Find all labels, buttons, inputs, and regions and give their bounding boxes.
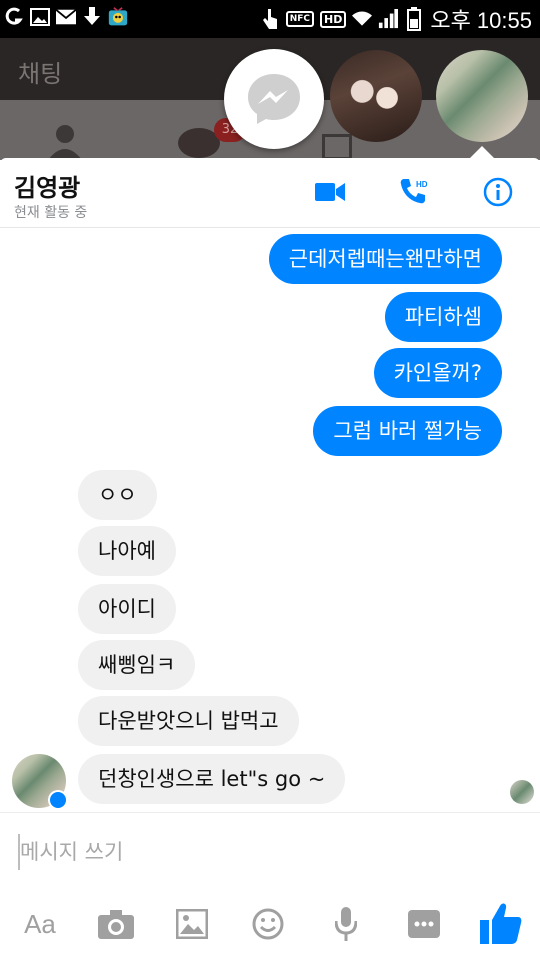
background-app-title: 채팅 [18,60,63,88]
like-button[interactable] [476,898,526,948]
video-camera-icon [315,183,345,201]
message-incoming[interactable]: 쌔삥임ㅋ [78,640,196,690]
gallery-button[interactable] [170,902,214,946]
hd-voice-call-button[interactable]: HD [396,174,432,210]
touch-icon [260,8,280,30]
composer-toolbar: Aa [0,896,540,954]
battery-icon [404,7,424,31]
grid-icon [322,134,352,160]
message-incoming[interactable]: 던창인생으로 let"s go ~ [78,754,346,804]
wifi-icon [352,8,373,30]
message-input[interactable]: 메시지 쓰기 [18,834,123,870]
message-incoming[interactable]: 아이디 [78,584,176,634]
composer-divider [0,812,540,813]
message-outgoing[interactable]: 그럼 바러 쩔가능 [313,406,502,456]
info-button[interactable] [480,174,516,210]
text-style-button[interactable]: Aa [18,902,62,946]
camera-button[interactable] [94,902,138,946]
nfc-indicator: NFC [285,11,314,27]
chathead-contact-photo[interactable] [330,50,422,142]
g-icon [4,6,24,28]
hd-voice-indicator: HD [320,10,347,28]
chat-header: 김영광 현재 활동 중 HD [0,158,540,228]
contact-name[interactable]: 김영광 [14,168,80,203]
chat-panel: 김영광 현재 활동 중 HD 근데저렙때는왠만하면 파티하셈 카인올꺼? 그럼 … [0,158,540,960]
message-outgoing[interactable]: 카인올꺼? [373,348,502,398]
video-call-button[interactable] [312,174,348,210]
message-outgoing[interactable]: 파티하셈 [384,292,502,342]
more-dots-icon [408,910,440,938]
smiley-icon [252,908,284,940]
svg-text:HD: HD [416,180,428,189]
mail-icon [56,6,76,28]
message-incoming[interactable]: ㅇㅇ [78,470,157,520]
messenger-chathead[interactable] [224,49,324,149]
message-incoming[interactable]: 나아예 [78,526,176,576]
image-icon [176,909,208,939]
read-receipt-avatar [510,780,534,804]
person-icon [48,125,82,160]
voice-message-button[interactable] [324,902,368,946]
message-outgoing[interactable]: 근데저렙때는왠만하면 [268,234,502,284]
text-style-label: Aa [24,908,56,939]
photo-icon [30,6,50,28]
camera-icon [98,910,134,939]
clock: 오후 10:55 [430,8,532,33]
message-incoming[interactable]: 다운받앗으니 밥먹고 [78,696,299,746]
active-chathead-pointer [470,146,494,158]
chathead-active-contact[interactable] [436,50,528,142]
contact-status: 현재 활동 중 [14,205,88,221]
thumbs-up-icon [480,903,522,944]
status-bar: NFC HD 오후 10:55 [0,0,540,38]
microphone-icon [335,907,357,941]
download-icon [82,6,102,28]
signal-icon [378,8,399,30]
sticker-button[interactable] [246,902,290,946]
messenger-badge-icon [48,790,68,810]
tv-app-icon [108,6,128,28]
info-icon [483,177,513,207]
more-button[interactable] [402,902,446,946]
phone-hd-icon: HD [400,179,428,204]
messenger-icon [248,74,300,124]
